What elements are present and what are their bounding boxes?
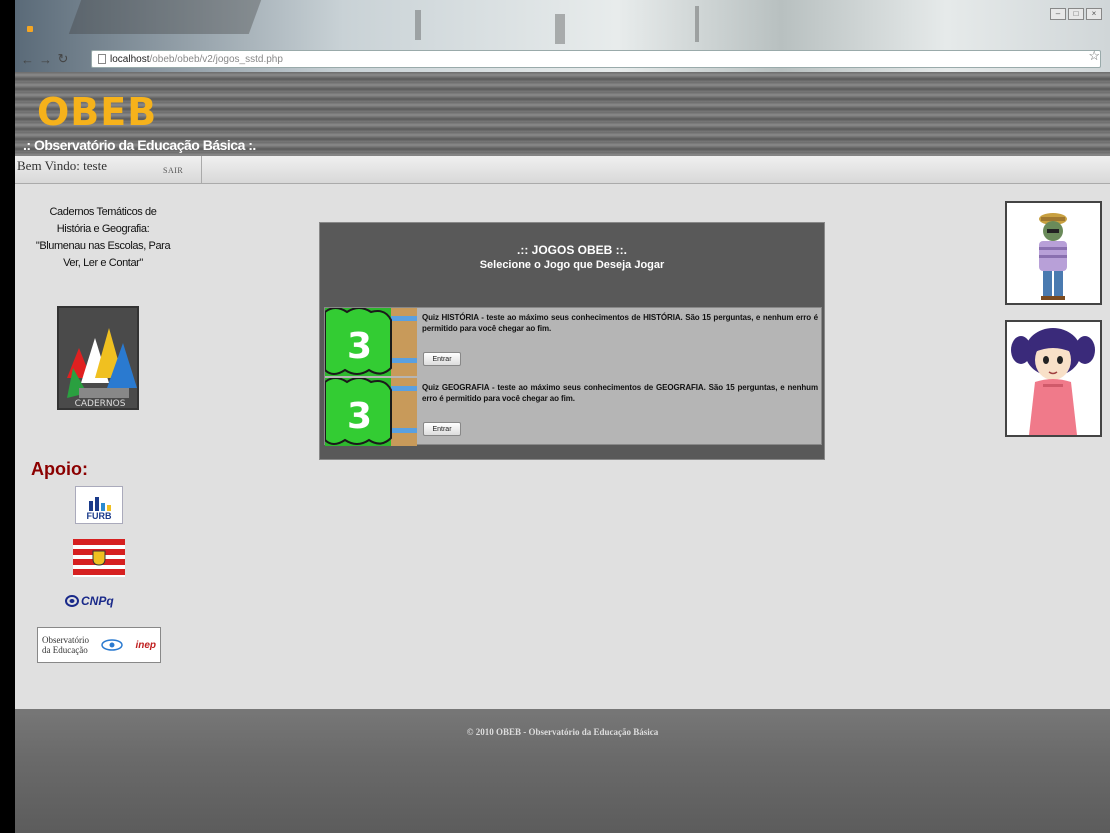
web-page: OBEB .: Observatório da Educação Básica … [15,72,1110,833]
address-bar[interactable]: localhost/obeb/obeb/v2/jogos_sstd.php [91,50,1101,68]
address-row: ← → ↻ localhost/obeb/obeb/v2/jogos_sstd.… [15,48,1110,70]
girl-character-image[interactable] [1005,320,1102,437]
boy-character-image[interactable] [1005,201,1102,305]
back-icon[interactable]: ← [21,52,34,67]
logout-link[interactable]: SAIR [163,166,183,175]
window-controls: – □ × [1050,8,1102,20]
game-number: 3 [347,326,372,367]
furb-icon [89,497,111,511]
enter-geografia-button[interactable]: Entrar [423,422,461,436]
browser-window: – □ × ← → ↻ localhost/obeb/obeb/v2/jogos… [12,0,1110,833]
game-thumbnail-art: 3 [325,378,417,446]
site-header: OBEB .: Observatório da Educação Básica … [15,72,1110,156]
maximize-icon[interactable]: □ [1068,8,1084,20]
girl-character-art [1011,328,1095,435]
close-icon[interactable]: × [1086,8,1102,20]
observatorio-inep-logo[interactable]: Observatório da Educação inep [37,627,161,663]
game-description: Quiz GEOGRAFIA - teste ao máximo seus co… [422,383,818,403]
game-item-geografia: 3 Quiz GEOGRAFIA - teste ao máximo seus … [325,378,821,446]
chrome-decoration [695,6,699,42]
cadernos-link[interactable]: Cadernos Temáticos de História e Geograf… [33,204,173,272]
game-thumbnail-art: 3 [325,308,417,376]
eye-icon [101,639,123,651]
furb-logo[interactable]: FURB [75,486,123,524]
game-thumbnail[interactable]: 3 [325,378,417,446]
page-icon [98,54,106,64]
url-path: /obeb/obeb/v2/jogos_sstd.php [149,53,283,65]
footer-copyright: © 2010 OBEB - Observatório da Educação B… [466,727,659,737]
observatorio-text: Observatório da Educação [42,635,89,655]
coat-of-arms-icon [92,550,106,566]
forward-icon[interactable]: → [39,52,52,67]
boy-character-art [1039,213,1067,300]
cnpq-label: CNPq [81,594,114,608]
site-footer: © 2010 OBEB - Observatório da Educação B… [15,709,1110,833]
game-number: 3 [347,396,372,437]
chrome-decoration [555,14,565,44]
cnpq-icon [65,595,79,607]
reload-icon[interactable]: ↻ [57,51,69,67]
furb-label: FURB [86,511,112,521]
games-panel-subtitle: Selecione o Jogo que Deseja Jogar [479,259,665,271]
welcome-text: Bem Vindo: teste [17,158,107,173]
minimize-icon[interactable]: – [1050,8,1066,20]
site-subtitle: .: Observatório da Educação Básica :. [23,137,256,153]
blumenau-flag-logo[interactable] [73,539,125,577]
apoio-heading: Apoio: [31,459,88,479]
svg-text:CADERNOS: CADERNOS [75,399,126,409]
observatorio-line1: Observatório [42,635,89,645]
observatorio-line2: da Educação [42,645,88,655]
inep-label: inep [135,639,156,651]
browser-chrome: – □ × ← → ↻ localhost/obeb/obeb/v2/jogos… [15,0,1110,72]
browser-tab-icon[interactable] [27,26,33,32]
game-item-historia: 3 Quiz HISTÓRIA - teste ao máximo seus c… [325,308,821,376]
url-host: localhost [110,53,150,65]
game-thumbnail[interactable]: 3 [325,308,417,376]
games-panel-title: .:: JOGOS OBEB ::. [516,243,627,257]
enter-historia-button[interactable]: Entrar [423,352,461,366]
user-bar: Bem Vindo: teste SAIR [15,156,1110,184]
chrome-decoration [68,0,262,34]
game-description: Quiz HISTÓRIA - teste ao máximo seus con… [422,313,818,333]
cnpq-logo[interactable]: CNPq [65,594,114,608]
main-content: Cadernos Temáticos de História e Geograf… [15,184,1110,709]
site-logo[interactable]: OBEB [37,90,157,134]
cadernos-cover-art: CADERNOS [59,308,137,409]
cadernos-cover-image[interactable]: CADERNOS [57,306,139,410]
divider [201,156,202,184]
bookmark-star-icon[interactable]: ☆ [1088,48,1100,64]
games-list: 3 Quiz HISTÓRIA - teste ao máximo seus c… [324,307,822,446]
chrome-decoration [415,10,421,40]
games-panel: .:: JOGOS OBEB ::. Selecione o Jogo que … [319,222,825,460]
